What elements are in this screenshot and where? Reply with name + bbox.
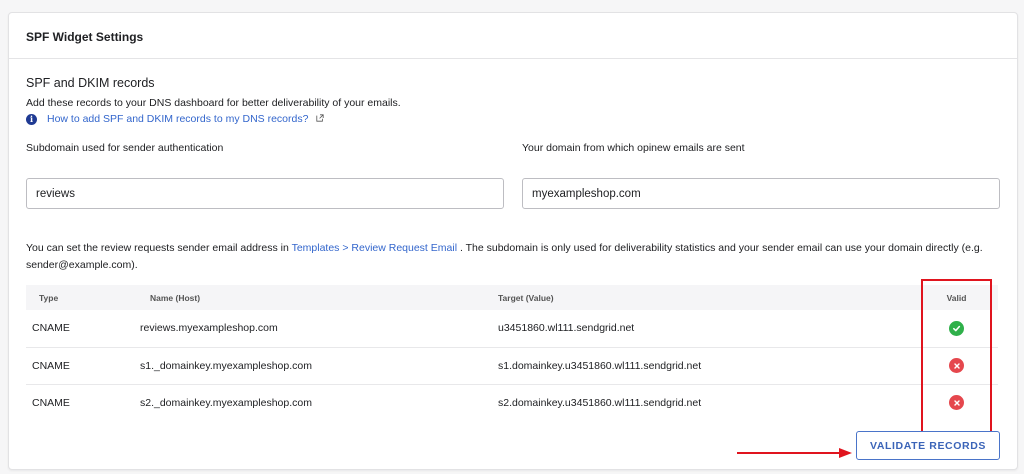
domain-label: Your domain from which opinew emails are… [522, 142, 745, 154]
check-circle-icon [949, 320, 964, 336]
record-name: reviews.myexampleshop.com [140, 322, 278, 335]
dns-records-table: Type Name (Host) Target (Value) Valid CN… [26, 285, 998, 421]
help-link-label: How to add SPF and DKIM records to my DN… [47, 113, 309, 125]
record-valid-cell [923, 347, 998, 384]
help-row: i How to add SPF and DKIM records to my … [26, 113, 324, 125]
subdomain-label: Subdomain used for sender authentication [26, 142, 224, 154]
section-description: Add these records to your DNS dashboard … [26, 97, 401, 109]
record-valid-cell [923, 384, 998, 421]
sender-email-note: You can set the review requests sender e… [26, 240, 996, 274]
section-title: SPF and DKIM records [26, 76, 155, 90]
header-target: Target (Value) [498, 292, 554, 303]
table-row: CNAME s2._domainkey.myexampleshop.com s2… [26, 384, 998, 421]
record-target: s2.domainkey.u3451860.wl111.sendgrid.net [498, 396, 702, 409]
table-row: CNAME reviews.myexampleshop.com u3451860… [26, 310, 998, 347]
header-valid: Valid [946, 292, 967, 303]
spf-widget-settings-card: SPF Widget Settings SPF and DKIM records… [8, 12, 1018, 470]
domain-input[interactable] [522, 178, 1000, 209]
record-type: CNAME [32, 396, 70, 409]
external-link-icon [316, 114, 324, 122]
record-name: s1._domainkey.myexampleshop.com [140, 359, 312, 372]
header-name: Name (Host) [150, 292, 201, 303]
record-target: s1.domainkey.u3451860.wl111.sendgrid.net [498, 359, 702, 372]
info-icon: i [26, 113, 37, 125]
header-type: Type [39, 292, 59, 303]
card-title: SPF Widget Settings [9, 13, 1017, 59]
help-link[interactable]: How to add SPF and DKIM records to my DN… [47, 113, 324, 125]
record-type: CNAME [32, 359, 70, 372]
x-circle-icon [949, 358, 964, 373]
x-circle-icon [949, 395, 964, 411]
table-header-row: Type Name (Host) Target (Value) Valid [26, 285, 998, 310]
record-name: s2._domainkey.myexampleshop.com [140, 396, 312, 409]
subdomain-input[interactable] [26, 178, 504, 209]
record-valid-cell [923, 310, 998, 347]
record-type: CNAME [32, 322, 70, 335]
validate-records-button[interactable]: VALIDATE RECORDS [856, 431, 1000, 460]
templates-link[interactable]: Templates > Review Request Email [292, 242, 457, 254]
red-arrow-icon [737, 448, 852, 458]
note-prefix: You can set the review requests sender e… [26, 242, 292, 254]
record-target: u3451860.wl111.sendgrid.net [498, 322, 635, 335]
table-row: CNAME s1._domainkey.myexampleshop.com s1… [26, 347, 998, 384]
